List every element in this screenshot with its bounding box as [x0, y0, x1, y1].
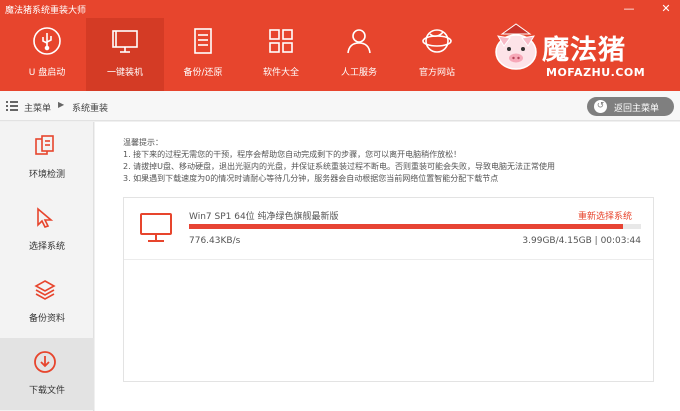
window-title: 魔法猪系统重装大师	[5, 6, 87, 16]
download-system-name: Win7 SP1 64位 纯净绿色旗舰最新版	[189, 212, 339, 222]
monitor-icon	[112, 30, 138, 53]
menu-icon	[6, 101, 18, 111]
tips-panel: 温馨提示： 1. 接下来的过程无需您的干预，程序会帮助您自动完成剩下的步骤，您可…	[123, 137, 555, 185]
main-content: 温馨提示： 1. 接下来的过程无需您的干预，程序会帮助您自动完成剩下的步骤，您可…	[95, 122, 680, 411]
nav-item-manual-service[interactable]: 人工服务	[320, 18, 398, 91]
globe-icon	[422, 29, 452, 53]
back-button-label: 返回主菜单	[614, 104, 660, 114]
download-speed: 776.43KB/s	[189, 236, 241, 246]
download-icon	[34, 351, 56, 373]
person-icon	[347, 29, 371, 54]
sidebar-label: 备份资料	[28, 314, 65, 324]
nav-label: 人工服务	[340, 68, 377, 78]
nav-label: 一键装机	[106, 68, 143, 78]
nav-label: 备份/还原	[183, 68, 223, 78]
sidebar-item-backup-data[interactable]: 备份资料	[0, 266, 94, 338]
back-icon: ↺	[594, 100, 607, 113]
sidebar-item-select-system[interactable]: 选择系统	[0, 194, 94, 266]
minimize-button[interactable]: —	[620, 1, 638, 17]
title-bar: 魔法猪系统重装大师 — ✕	[0, 0, 680, 18]
breadcrumb-separator: ▶	[58, 100, 65, 109]
nav-item-backup-restore[interactable]: 备份/还原	[164, 18, 242, 91]
tip-line: 2. 请拔掉U盘、移动硬盘，退出光驱内的光盘，并保证系统重装过程不断电。否则重装…	[123, 162, 556, 171]
reselect-system-link[interactable]: 重新选择系统	[578, 209, 632, 222]
tip-line: 1. 接下来的过程无需您的干预，程序会帮助您自动完成剩下的步骤，您可以离开电脑稍…	[123, 150, 462, 159]
sidebar-item-env-check[interactable]: 环境检测	[0, 122, 94, 194]
nav-label: 官方网站	[418, 68, 455, 78]
usb-icon	[33, 27, 61, 55]
nav-item-one-click-install[interactable]: 一键装机	[86, 18, 164, 91]
breadcrumb-root[interactable]: 主菜单	[24, 101, 51, 114]
logo-text: 魔法猪	[542, 35, 626, 66]
grid-icon	[269, 29, 293, 53]
pig-logo-icon	[495, 23, 537, 70]
nav-item-usb-boot[interactable]: U 盘启动	[8, 18, 86, 91]
nav-item-official-site[interactable]: 官方网站	[398, 18, 476, 91]
close-button[interactable]: ✕	[657, 1, 675, 17]
download-row: Win7 SP1 64位 纯净绿色旗舰最新版 重新选择系统 776.43KB/s…	[124, 198, 653, 260]
logo-domain: MOFAZHU.COM	[546, 66, 646, 79]
download-list: Win7 SP1 64位 纯净绿色旗舰最新版 重新选择系统 776.43KB/s…	[123, 197, 654, 382]
breadcrumb: 主菜单 ▶ 系统重装 ↺ 返回主菜单	[0, 91, 680, 121]
nav-label: 软件大全	[262, 68, 299, 78]
cursor-icon	[37, 207, 54, 228]
nav-label: U 盘启动	[28, 68, 66, 78]
step-sidebar: 环境检测 选择系统 备份资料 下载文件	[0, 122, 94, 411]
sidebar-label: 选择系统	[28, 242, 65, 252]
back-to-main-button[interactable]: ↺ 返回主菜单	[587, 97, 674, 116]
brand-logo: 魔法猪 MOFAZHU.COM	[490, 22, 675, 84]
download-progress-bar	[189, 224, 641, 229]
sidebar-label: 下载文件	[28, 386, 65, 396]
sidebar-item-download-files[interactable]: 下载文件	[0, 338, 94, 410]
tips-heading: 温馨提示：	[123, 138, 163, 147]
tip-line: 3. 如果遇到下载速度为0的情况时请耐心等待几分钟，服务器会自动根据您当前网络位…	[123, 174, 499, 183]
server-icon	[194, 28, 212, 54]
download-progress-fill	[189, 224, 623, 229]
breadcrumb-current: 系统重装	[72, 104, 109, 114]
computer-icon	[140, 213, 172, 242]
top-nav: U 盘启动 一键装机 备份/还原 软件大全 人工服务 官方网站 魔法猪 MOFA…	[0, 18, 680, 91]
layers-icon	[34, 280, 56, 300]
sidebar-label: 环境检测	[28, 170, 65, 180]
check-env-icon	[35, 135, 54, 155]
nav-item-software[interactable]: 软件大全	[242, 18, 320, 91]
download-size-time: 3.99GB/4.15GB | 00:03:44	[522, 236, 641, 246]
